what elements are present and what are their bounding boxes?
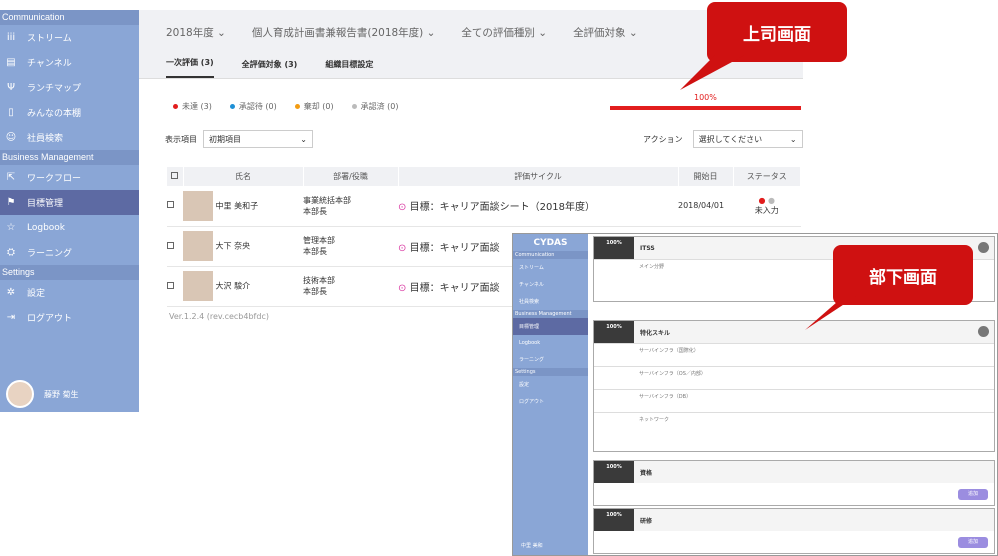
- flag-icon: ⚑: [6, 197, 16, 208]
- display-select[interactable]: 初期項目 ⌄: [203, 130, 313, 148]
- gear-icon: ✲: [6, 287, 16, 298]
- row-checkbox[interactable]: [167, 241, 174, 249]
- status-rejected[interactable]: 棄却 (0): [294, 101, 334, 112]
- sub-sidebar: CYDAS Communication ストリーム チャンネル 社員検索 Bus…: [513, 234, 588, 555]
- row-checkbox[interactable]: [167, 201, 174, 209]
- chevron-down-icon: ⌄: [789, 134, 797, 144]
- action-select[interactable]: 選択してください ⌄: [692, 130, 803, 148]
- select-all-checkbox[interactable]: [171, 172, 179, 179]
- target-select[interactable]: 全評価対象 ⌄: [573, 25, 638, 40]
- col-status[interactable]: ステータス: [733, 167, 801, 186]
- fork-icon: Ψ: [7, 82, 15, 93]
- tab-org-goal[interactable]: 組織目標設定: [325, 59, 373, 78]
- tab-first-eval[interactable]: 一次評価 (3): [166, 57, 214, 78]
- progress-bar: [610, 106, 801, 110]
- pin-icon: ⊙: [398, 282, 407, 294]
- card-license: 100% 資格 追加: [593, 460, 995, 506]
- col-dept[interactable]: 部署/役職: [303, 167, 399, 186]
- callout-boss: 上司画面: [707, 2, 847, 62]
- action-filter: アクション 選択してください ⌄: [643, 130, 803, 148]
- status-approved[interactable]: 承認済 (0): [351, 101, 399, 112]
- year-select[interactable]: 2018年度 ⌄: [166, 25, 226, 40]
- edit-icon[interactable]: [978, 326, 989, 337]
- avatar: [183, 271, 213, 301]
- tab-all-targets[interactable]: 全評価対象 (3): [242, 59, 298, 78]
- sidebar-item-settings[interactable]: ✲ 設定: [0, 280, 139, 305]
- header-filters: 2018年度 ⌄ 個人育成計画書兼報告書(2018年度) ⌄ 全ての評価種別 ⌄…: [139, 10, 803, 54]
- pin-icon: ⊙: [398, 242, 407, 254]
- table-row[interactable]: 中里 美和子 事業統括本部 本部長 ⊙ 目標：キャリア面談シート（2018年度）…: [167, 186, 801, 227]
- col-start[interactable]: 開始日: [678, 167, 734, 186]
- status-legend: 未達 (3) 承認待 (0) 棄却 (0) 承認済 (0): [173, 101, 417, 112]
- eval-type-select[interactable]: 全ての評価種別 ⌄: [461, 25, 547, 40]
- chevron-down-icon: ⌄: [300, 134, 307, 144]
- row-checkbox[interactable]: [167, 281, 174, 289]
- version-text: Ver.1.2.4 (rev.cecb4bfdc): [169, 312, 269, 321]
- add-button[interactable]: 追加: [958, 489, 988, 500]
- section-communication: Communication: [0, 10, 139, 25]
- sidebar-item-learning[interactable]: ⛭ ラーニング: [0, 240, 139, 265]
- sidebar-item-workflow[interactable]: ⇱ ワークフロー: [0, 165, 139, 190]
- channel-icon: ▤: [6, 57, 16, 68]
- report-select[interactable]: 個人育成計画書兼報告書(2018年度) ⌄: [252, 25, 436, 40]
- learning-icon: ⛭: [7, 247, 15, 258]
- logout-icon: ⇥: [6, 312, 16, 323]
- callout-pointer: [805, 295, 858, 330]
- sidebar-item-lunch[interactable]: Ψ ランチマップ: [0, 75, 139, 100]
- sidebar-item-logout[interactable]: ⇥ ログアウト: [0, 305, 139, 330]
- avatar: [6, 380, 34, 408]
- add-button[interactable]: 追加: [958, 537, 988, 548]
- display-filter: 表示項目 初期項目 ⌄: [165, 130, 313, 148]
- sidebar-item-search[interactable]: ☺ 社員検索: [0, 125, 139, 150]
- sidebar-item-stream[interactable]: iii ストリーム: [0, 25, 139, 50]
- col-cycle[interactable]: 評価サイクル: [398, 167, 679, 186]
- status-pending[interactable]: 承認待 (0): [229, 101, 277, 112]
- user-profile[interactable]: 藤野 菊生: [0, 376, 139, 412]
- book-icon: ▯: [8, 107, 14, 118]
- card-special-skill: 100% 特化スキル サーバインフラ（国際化） サーバインフラ（OS／内部） サー…: [593, 320, 995, 452]
- col-name[interactable]: 氏名: [183, 167, 304, 186]
- people-icon: ☺: [5, 132, 17, 143]
- avatar: [183, 190, 213, 221]
- sidebar-item-logbook[interactable]: ☆ Logbook: [0, 215, 139, 240]
- sidebar-item-channel[interactable]: ▤ チャンネル: [0, 50, 139, 75]
- edit-icon[interactable]: [978, 242, 989, 253]
- workflow-icon: ⇱: [6, 172, 16, 183]
- logbook-icon: ☆: [6, 222, 16, 233]
- avatar: [183, 231, 213, 261]
- status-unachieved[interactable]: 未達 (3): [173, 101, 212, 112]
- callout-pointer: [680, 55, 745, 90]
- sidebar-item-goal[interactable]: ⚑ 目標管理: [0, 190, 139, 215]
- section-business: Business Management: [0, 150, 139, 165]
- card-training: 100% 研修 追加: [593, 508, 995, 554]
- sidebar: Communication iii ストリーム ▤ チャンネル Ψ ランチマップ ▯ み…: [0, 10, 139, 412]
- sidebar-item-books[interactable]: ▯ みんなの本棚: [0, 100, 139, 125]
- section-settings: Settings: [0, 265, 139, 280]
- pin-icon: ⊙: [398, 202, 407, 214]
- stream-icon: iii: [6, 32, 16, 43]
